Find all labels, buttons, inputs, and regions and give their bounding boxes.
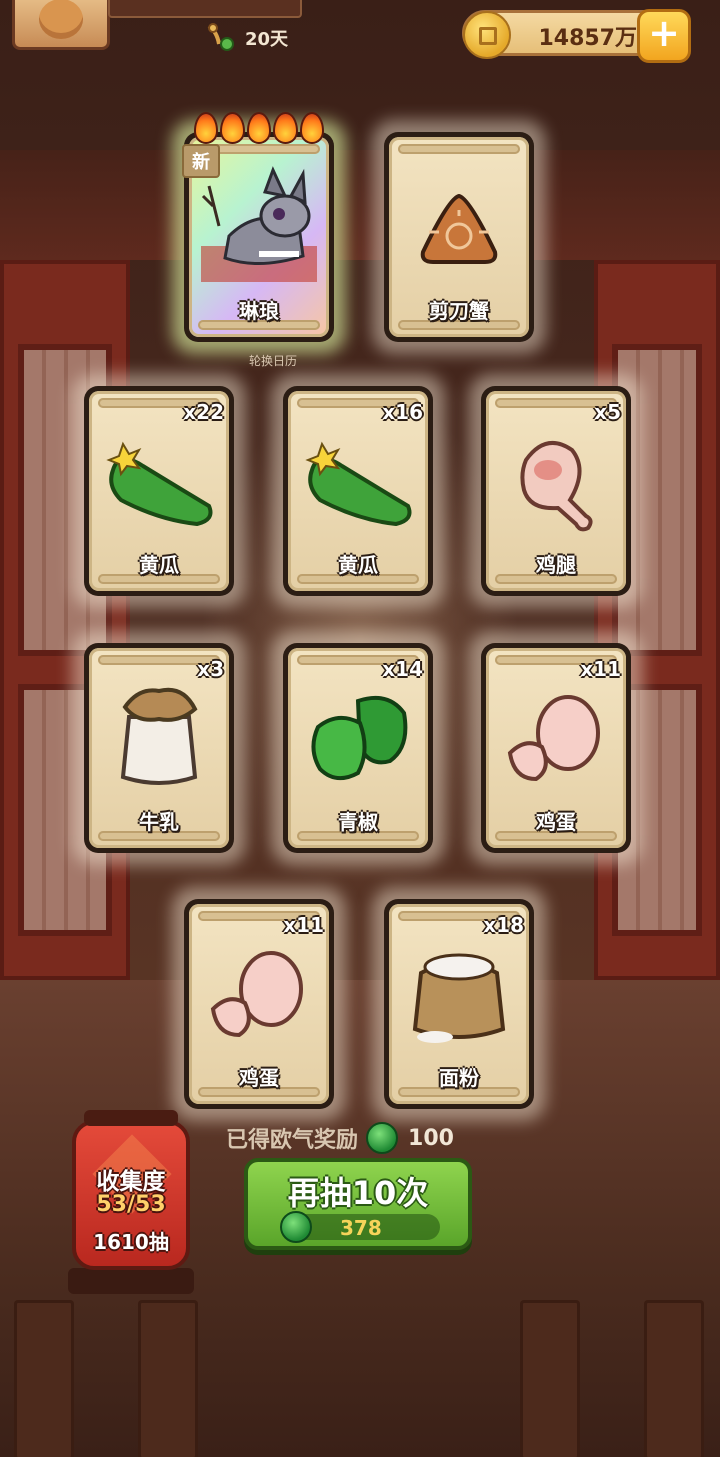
card-item[interactable]: x22 黄瓜 [72,374,246,608]
card-item[interactable]: x14 青椒 [271,631,445,865]
card-item[interactable]: x18 面粉 [372,887,546,1121]
right-door [594,260,720,980]
card-name: 黄瓜 [139,553,179,577]
wolf-character-icon [201,166,317,282]
player-avatar[interactable] [12,0,110,50]
jade-coin-icon [280,1211,312,1243]
card-item[interactable]: x11 鸡蛋 [469,631,643,865]
draw-again-button[interactable]: 再抽10次 378 [244,1158,472,1250]
calendar-caption: 轮换日历 [248,354,297,368]
card-name: 琳琅 [239,299,279,323]
collection-title: 收集度 [96,1169,166,1195]
draw-again-label: 再抽10次 [287,1174,429,1212]
days-label: 20天 [245,29,289,50]
crab-cookie-icon [420,193,498,264]
coin-amount: 14857万 [538,26,637,51]
flame-star-icon [246,112,272,144]
coin-balance: 14857万 + [462,9,691,63]
green-pepper-icon [311,696,408,781]
card-item[interactable]: 新 琳琅 [172,112,346,354]
branch-icon [205,22,237,54]
railing-post [14,1300,74,1457]
egg-icon [507,695,600,782]
card-item[interactable]: x3 牛乳 [72,631,246,865]
flour-sack-icon [412,953,506,1043]
railing-post [520,1300,580,1457]
cucumber-icon [106,441,213,527]
collection-lantern[interactable]: 收集度 53/53 1610抽 [72,1110,190,1270]
draw-cost-value: 378 [340,1216,382,1240]
card-name: 鸡蛋 [536,810,576,834]
card-name: 牛乳 [139,810,179,834]
left-door [0,260,130,980]
drumstick-icon [520,440,593,532]
roof-beam [0,150,720,260]
bonus-label: 已得欧气奖励 [226,1128,359,1153]
flame-star-icon [299,112,325,144]
collection-progress: 53/53 [96,1192,166,1217]
luck-bonus: 已得欧气奖励 100 [226,1122,454,1154]
card-item[interactable]: x5 鸡腿 [469,374,643,608]
railing-post [138,1300,198,1457]
card-name: 黄瓜 [338,553,378,577]
draw-count: 1610抽 [93,1230,169,1254]
player-name-bar [108,0,302,18]
lantern-stand [68,1268,194,1294]
jade-coin-icon [366,1122,399,1154]
milk-jar-icon [120,687,198,785]
coin-icon [463,11,511,59]
bonus-value: 100 [408,1125,454,1151]
draw-cost: 378 [280,1211,440,1243]
card-name: 青椒 [338,810,378,834]
cucumber-icon [305,441,412,527]
card-item[interactable]: x16 黄瓜 [271,374,445,608]
card-name: 面粉 [439,1066,479,1090]
card-name: 鸡腿 [536,553,576,577]
card-name: 剪刀蟹 [429,299,489,323]
card-item[interactable]: x11 鸡蛋 [172,887,346,1121]
flame-star-icon [273,112,298,144]
add-coins-button[interactable]: + [637,9,691,63]
card-item[interactable]: 剪刀蟹 [372,120,546,354]
card-name: 鸡蛋 [239,1066,279,1090]
railing-post [644,1300,704,1457]
top-bar: 20天 14857万 + [0,0,720,70]
star-rating [194,112,325,144]
day-counter: 20天 [205,22,288,54]
egg-icon [210,951,303,1038]
